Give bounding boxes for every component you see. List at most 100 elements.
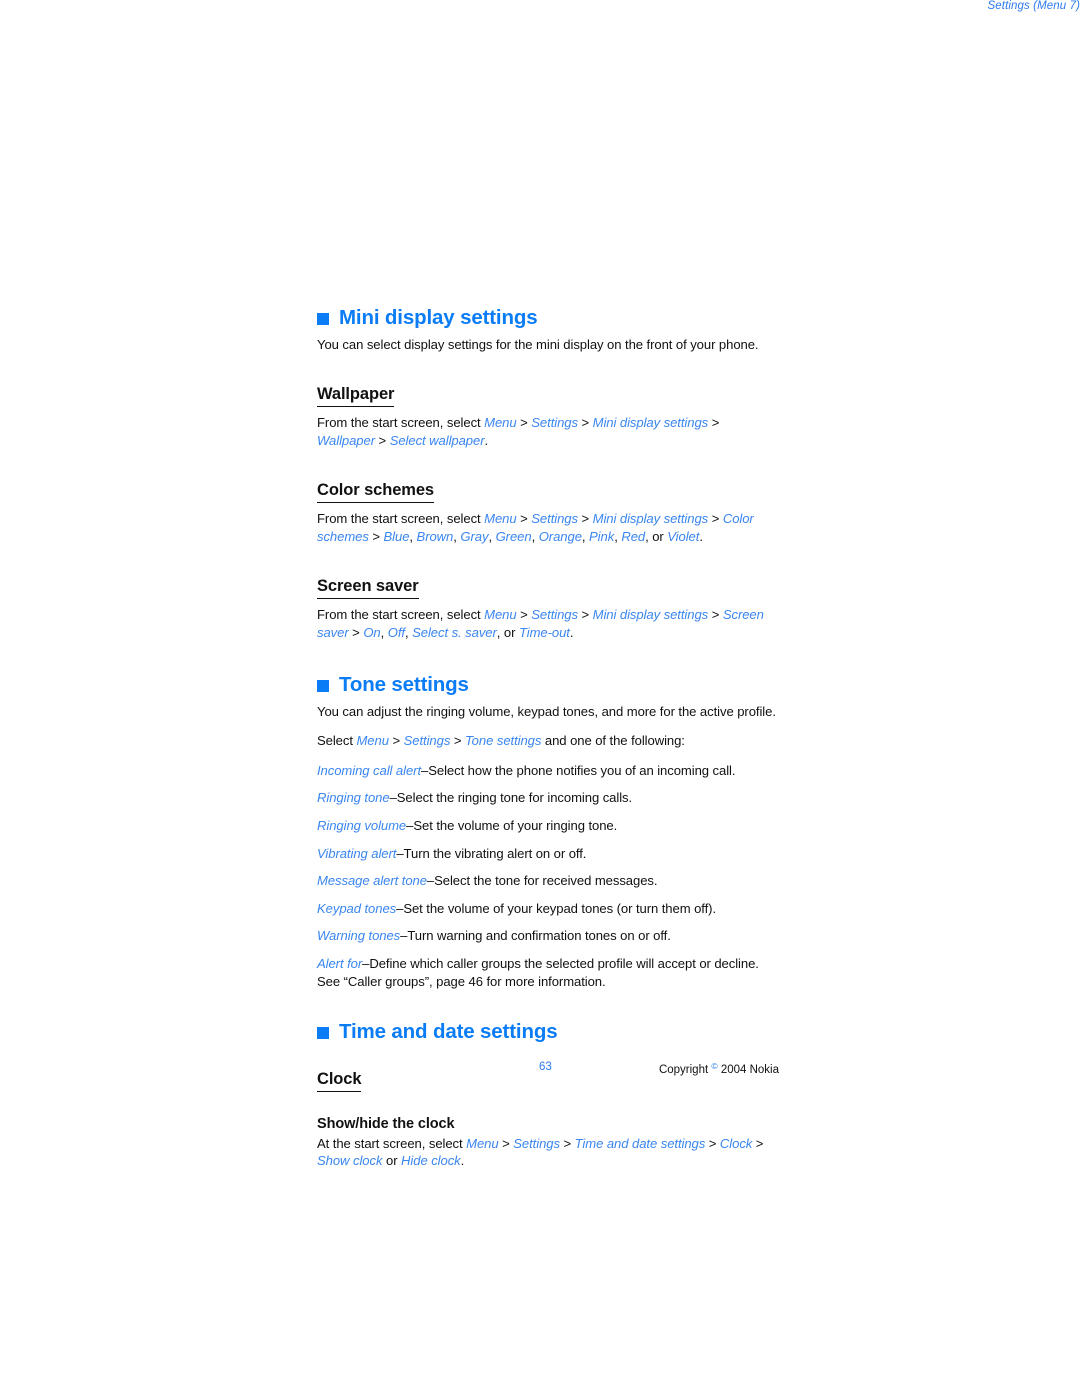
- copyright-prefix: Copyright: [658, 1063, 712, 1076]
- show-hide-clock-path-paragraph: At the start screen, select Menu > Setti…: [317, 1135, 779, 1170]
- tone-setting-item: Keypad tones–Set the volume of your keyp…: [317, 900, 779, 918]
- mini-display-intro: You can select display settings for the …: [317, 336, 759, 352]
- path-separator: >: [577, 510, 593, 526]
- tone-settings-select-paragraph: Select Menu > Settings > Tone settings a…: [317, 732, 779, 750]
- page-number: 63: [539, 1061, 552, 1073]
- tone-setting-description: –Select the tone for received messages.: [426, 873, 658, 889]
- option-separator: ,: [488, 528, 496, 544]
- path-separator: >: [705, 1135, 720, 1151]
- screen-saver-path-paragraph: From the start screen, select Menu > Set…: [317, 606, 779, 641]
- path-separator: >: [498, 1135, 514, 1151]
- tone-setting-term: Ringing volume: [317, 818, 407, 834]
- subheading-screen-saver-wrap: Screen saver: [317, 557, 779, 606]
- tone-setting-item: Message alert tone–Select the tone for r…: [317, 872, 779, 890]
- path-separator: >: [516, 414, 532, 430]
- option-value: Show clock: [317, 1153, 383, 1169]
- wallpaper-path-paragraph: From the start screen, select Menu > Set…: [317, 414, 779, 449]
- option-value: Violet: [667, 528, 700, 544]
- menu-path-item: Wallpaper: [317, 432, 375, 448]
- option-value: Time-out: [518, 624, 570, 640]
- paragraph-tail: and one of the following:: [541, 733, 685, 749]
- option-value: Off: [387, 624, 405, 640]
- tone-setting-item: Warning tones–Turn warning and confirmat…: [317, 927, 779, 945]
- section-heading-tone-settings: Tone settings: [317, 673, 779, 697]
- sentence-terminator: .: [484, 432, 489, 448]
- subheading-color-schemes-wrap: Color schemes: [317, 461, 779, 510]
- tone-setting-description: –Turn warning and confirmation tones on …: [400, 928, 671, 944]
- copyright-notice: Copyright © 2004 Nokia: [659, 1061, 779, 1078]
- section-heading-label: Tone settings: [339, 673, 469, 697]
- option-value: Red: [621, 528, 646, 544]
- menu-path-item: Settings: [531, 510, 578, 526]
- tone-setting-item: Alert for–Define which caller groups the…: [317, 955, 779, 990]
- path-separator: >: [708, 606, 723, 622]
- color-schemes-path-paragraph: From the start screen, select Menu > Set…: [317, 510, 779, 545]
- menu-path-item: Menu: [356, 733, 389, 749]
- path-separator: >: [752, 1135, 764, 1151]
- sentence-terminator: .: [699, 528, 703, 544]
- path-separator: >: [559, 1135, 575, 1151]
- tone-setting-item: Vibrating alert–Turn the vibrating alert…: [317, 845, 779, 863]
- option-separator: ,: [380, 624, 388, 640]
- path-separator: >: [348, 624, 364, 640]
- option-separator: ,: [409, 528, 417, 544]
- path-separator: >: [516, 510, 532, 526]
- paragraph-lead: From the start screen, select: [317, 414, 485, 430]
- option-value: Gray: [460, 528, 489, 544]
- subheading-screen-saver: Screen saver: [317, 577, 419, 599]
- menu-path-item: Menu: [484, 414, 517, 430]
- menu-path-item: Time and date settings: [574, 1135, 706, 1151]
- tone-setting-term: Incoming call alert: [317, 762, 422, 778]
- menu-path-item: Settings: [403, 733, 451, 749]
- tone-settings-intro: You can adjust the ringing volume, keypa…: [317, 703, 776, 719]
- section-heading-time-and-date: Time and date settings: [317, 1020, 779, 1044]
- paragraph-lead: Select: [317, 733, 357, 749]
- option-separator: ,: [581, 528, 590, 544]
- square-bullet-icon: [317, 679, 329, 692]
- path-separator: >: [368, 528, 384, 544]
- paragraph-lead: From the start screen, select: [317, 510, 485, 526]
- option-value: Select s. saver: [412, 624, 497, 640]
- paragraph-lead: At the start screen, select: [317, 1135, 467, 1151]
- menu-path-item: Tone settings: [464, 733, 542, 749]
- menu-path-item: Menu: [466, 1135, 499, 1151]
- menu-path-item: Settings: [531, 414, 578, 430]
- sentence-terminator: .: [460, 1153, 465, 1169]
- tone-setting-item: Ringing volume–Set the volume of your ri…: [317, 817, 779, 835]
- section-heading-label: Time and date settings: [339, 1020, 558, 1044]
- menu-path-item: Menu: [484, 510, 517, 526]
- menu-path-item: Mini display settings: [592, 510, 709, 526]
- option-separator: ,: [496, 624, 504, 640]
- sentence-terminator: .: [569, 624, 574, 640]
- menu-path-item: Clock: [719, 1135, 753, 1151]
- tone-setting-term: Ringing tone: [317, 790, 390, 806]
- option-conjunction: or: [652, 528, 668, 544]
- manual-page: Settings (Menu 7) Mini display settings …: [0, 0, 1080, 1397]
- subheading-wallpaper-wrap: Wallpaper: [317, 365, 779, 414]
- option-separator: ,: [531, 528, 539, 544]
- menu-path-item: Mini display settings: [592, 414, 709, 430]
- tone-setting-description: –Define which caller groups the selected…: [317, 956, 759, 989]
- path-separator: >: [577, 414, 593, 430]
- tone-setting-term: Alert for: [317, 956, 363, 972]
- menu-path-item: Menu: [484, 606, 517, 622]
- option-value: Pink: [589, 528, 615, 544]
- option-conjunction: or: [382, 1153, 402, 1169]
- menu-path-item: Settings: [531, 606, 578, 622]
- menu-path-item: Select wallpaper: [389, 432, 485, 448]
- option-value: Green: [495, 528, 532, 544]
- tone-setting-term: Warning tones: [317, 928, 401, 944]
- tone-setting-term: Vibrating alert: [317, 845, 397, 861]
- tone-setting-term: Message alert tone: [317, 873, 427, 889]
- tone-setting-description: –Select how the phone notifies you of an…: [421, 762, 736, 778]
- path-separator: >: [388, 733, 404, 749]
- option-value: Hide clock: [401, 1153, 461, 1169]
- option-value: Orange: [538, 528, 582, 544]
- square-bullet-icon: [317, 312, 329, 325]
- path-separator: >: [577, 606, 593, 622]
- subheading-show-hide-clock: Show/hide the clock: [317, 1115, 455, 1132]
- path-separator: >: [708, 414, 720, 430]
- subheading-wallpaper: Wallpaper: [317, 385, 394, 407]
